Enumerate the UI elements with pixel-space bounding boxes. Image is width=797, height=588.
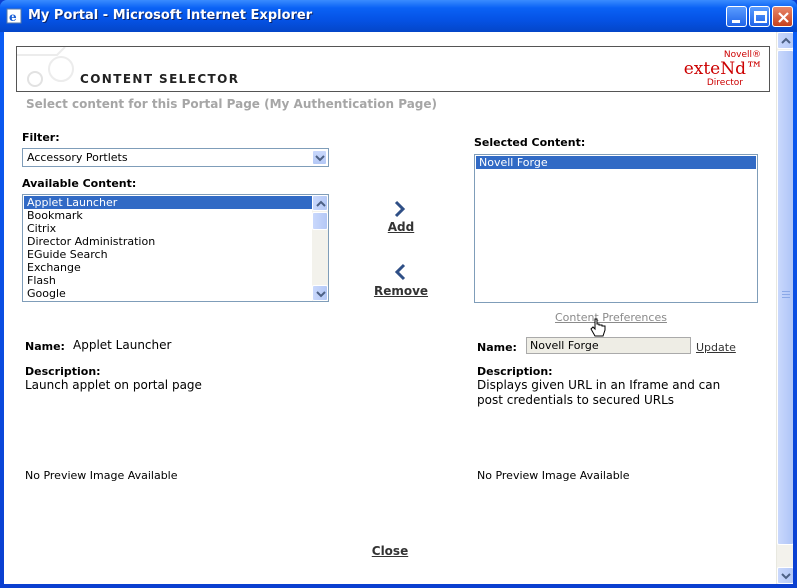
left-name-value: Applet Launcher	[73, 338, 172, 352]
left-preview-text: No Preview Image Available	[25, 469, 178, 482]
right-preview-text: No Preview Image Available	[477, 469, 630, 482]
list-item[interactable]: EGuide Search	[24, 248, 312, 261]
available-content-list[interactable]: Applet Launcher Bookmark Citrix Director…	[22, 194, 329, 302]
filter-selected-value: Accessory Portlets	[27, 151, 128, 164]
close-button[interactable]: Close	[360, 544, 420, 558]
chevron-down-icon	[781, 573, 791, 580]
left-name-label: Name:	[25, 340, 65, 353]
filter-dropdown-button[interactable]	[312, 150, 327, 165]
right-description-label: Description:	[477, 365, 553, 378]
chevron-up-icon	[316, 200, 326, 207]
selected-content-list[interactable]: Novell Forge	[474, 154, 758, 303]
content-preferences-link[interactable]: Content Preferences	[555, 311, 667, 324]
maximize-button[interactable]	[749, 6, 770, 27]
scroll-down-button[interactable]	[312, 285, 328, 301]
available-content-label: Available Content:	[22, 177, 137, 190]
update-link[interactable]: Update	[696, 341, 736, 354]
right-name-label: Name:	[477, 341, 517, 354]
chevron-down-icon	[316, 291, 326, 298]
filter-label: Filter:	[22, 131, 60, 144]
content-selector-banner: CONTENT SELECTOR Novell® exteNd™ Directo…	[16, 46, 770, 92]
list-item[interactable]: Bookmark	[24, 209, 312, 222]
scroll-up-button[interactable]	[312, 195, 328, 211]
chevron-down-icon	[315, 155, 325, 162]
remove-button[interactable]: Remove	[366, 284, 436, 298]
page-scrollbar[interactable]	[776, 32, 793, 584]
minimize-icon	[732, 20, 740, 23]
close-window-button[interactable]	[772, 6, 793, 27]
selected-content-label: Selected Content:	[474, 136, 586, 149]
list-item[interactable]: Flash	[24, 274, 312, 287]
internet-explorer-icon: e	[6, 8, 22, 24]
page-scroll-down-button[interactable]	[777, 567, 793, 584]
chevron-left-icon[interactable]	[393, 263, 407, 281]
list-item[interactable]: Google	[24, 287, 312, 300]
chevron-right-icon[interactable]	[393, 200, 407, 218]
chevron-up-icon	[781, 37, 791, 44]
gear-watermark-icon	[17, 47, 74, 87]
list-item[interactable]: Director Administration	[24, 235, 312, 248]
left-description-value: Launch applet on portal page	[25, 378, 202, 392]
page-scroll-thumb[interactable]	[777, 50, 793, 545]
list-item[interactable]: Exchange	[24, 261, 312, 274]
list-item[interactable]: Citrix	[24, 222, 312, 235]
scroll-thumb[interactable]	[312, 212, 328, 230]
list-item[interactable]: Novell Forge	[476, 156, 756, 169]
name-input-value: Novell Forge	[530, 339, 599, 352]
left-description-label: Description:	[25, 365, 101, 378]
page-scroll-up-button[interactable]	[777, 32, 793, 49]
close-icon	[778, 12, 789, 23]
name-input[interactable]: Novell Forge	[526, 337, 691, 354]
title-bar[interactable]: e My Portal - Microsoft Internet Explore…	[0, 0, 797, 32]
available-list-scrollbar[interactable]	[312, 195, 328, 301]
svg-text:e: e	[9, 10, 17, 24]
page-subtitle: Select content for this Portal Page (My …	[26, 97, 437, 111]
add-button[interactable]: Add	[376, 220, 426, 234]
right-description-line2: post credentials to secured URLs	[477, 393, 675, 407]
minimize-button[interactable]	[726, 6, 747, 27]
page-content: CONTENT SELECTOR Novell® exteNd™ Directo…	[4, 32, 793, 584]
banner-title: CONTENT SELECTOR	[80, 72, 240, 86]
browser-window: e My Portal - Microsoft Internet Explore…	[0, 0, 797, 588]
brand-extend: exteNd™	[683, 59, 763, 79]
filter-select[interactable]: Accessory Portlets	[22, 148, 329, 167]
right-description-line1: Displays given URL in an Iframe and can	[477, 378, 721, 392]
brand-director: Director	[706, 78, 743, 88]
maximize-icon	[754, 11, 767, 23]
window-title: My Portal - Microsoft Internet Explorer	[28, 8, 313, 23]
list-item[interactable]: Applet Launcher	[24, 196, 312, 209]
